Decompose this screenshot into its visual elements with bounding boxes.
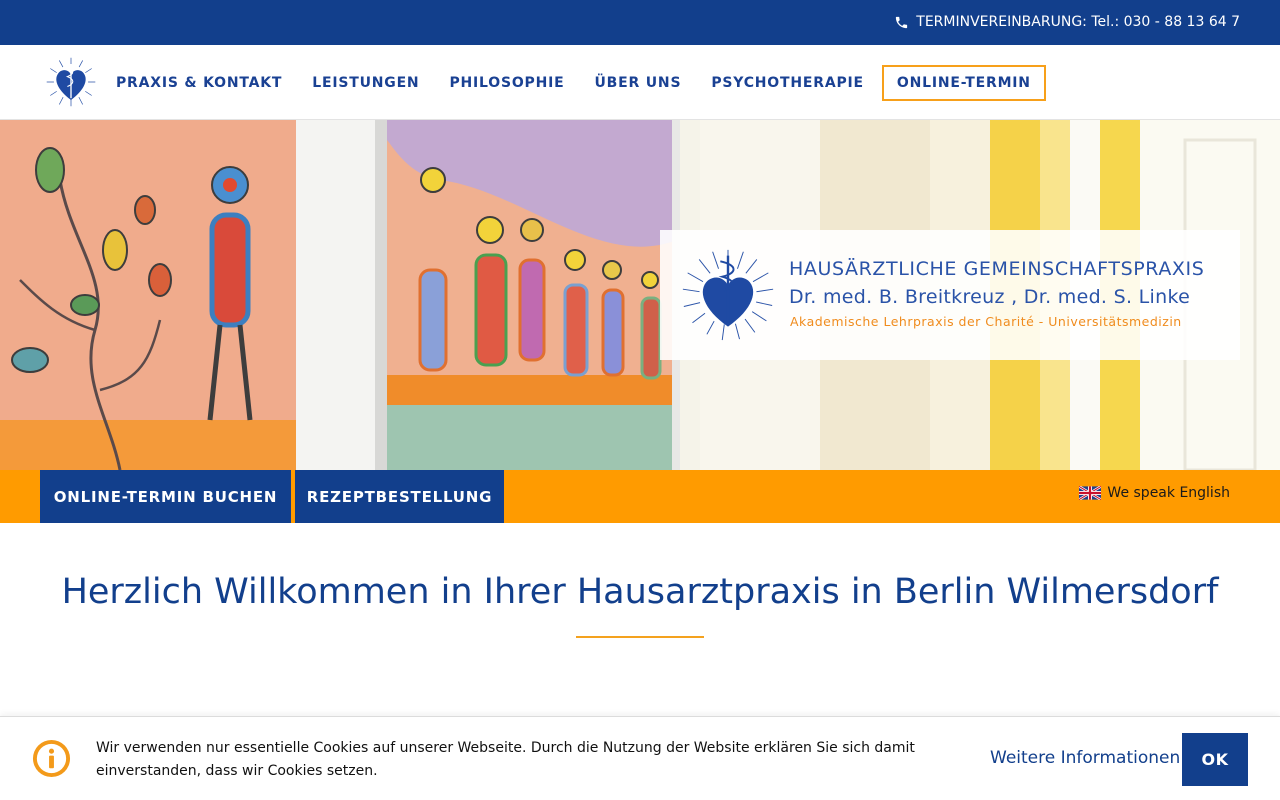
- cta-bar: ONLINE-TERMIN BUCHEN REZEPTBESTELLUNG We…: [0, 470, 1280, 523]
- top-bar: TERMINVEREINBARUNG: Tel.: 030 - 88 13 64…: [0, 0, 1280, 45]
- heart-caduceus-logo: [682, 249, 774, 341]
- english-label: We speak English: [1107, 485, 1230, 501]
- page-title: Herzlich Willkommen in Ihrer Hausarztpra…: [61, 572, 1219, 612]
- phone-contact[interactable]: TERMINVEREINBARUNG: Tel.: 030 - 88 13 64…: [894, 14, 1240, 30]
- cookie-banner: Wir verwenden nur essentielle Cookies au…: [0, 716, 1280, 800]
- uk-flag-icon: [1079, 486, 1102, 500]
- book-appointment-button[interactable]: ONLINE-TERMIN BUCHEN: [40, 470, 291, 523]
- nav-item-psychotherapie[interactable]: PSYCHOTHERAPIE: [697, 66, 878, 100]
- nav-menu: PRAXIS & KONTAKT LEISTUNGEN PHILOSOPHIE …: [102, 45, 1048, 120]
- english-link[interactable]: We speak English: [1079, 485, 1230, 501]
- practice-tagline: Akademische Lehrpraxis der Charité - Uni…: [790, 314, 1182, 329]
- practice-doctors: Dr. med. B. Breitkreuz , Dr. med. S. Lin…: [789, 286, 1191, 308]
- phone-icon: [896, 16, 908, 28]
- nav-item-philosophie[interactable]: PHILOSOPHIE: [435, 66, 578, 100]
- prescription-order-button[interactable]: REZEPTBESTELLUNG: [295, 470, 504, 523]
- main-navigation: PRAXIS & KONTAKT LEISTUNGEN PHILOSOPHIE …: [0, 45, 1280, 120]
- more-info-link[interactable]: Weitere Informationen: [990, 748, 1180, 768]
- nav-item-leistungen[interactable]: LEISTUNGEN: [298, 66, 433, 100]
- heart-caduceus-logo[interactable]: [44, 55, 98, 109]
- phone-text: TERMINVEREINBARUNG: Tel.: 030 - 88 13 64…: [916, 14, 1240, 30]
- practice-brand-box: HAUSÄRZTLICHE GEMEINSCHAFTSPRAXIS Dr. me…: [660, 230, 1240, 360]
- cookie-ok-button[interactable]: OK: [1182, 733, 1248, 786]
- title-divider: [576, 636, 704, 638]
- practice-name: HAUSÄRZTLICHE GEMEINSCHAFTSPRAXIS: [789, 258, 1205, 280]
- info-icon: [32, 739, 71, 778]
- cookie-text: Wir verwenden nur essentielle Cookies au…: [96, 740, 915, 779]
- hero-banner: HAUSÄRZTLICHE GEMEINSCHAFTSPRAXIS Dr. me…: [0, 120, 1280, 470]
- nav-item-praxis-kontakt[interactable]: PRAXIS & KONTAKT: [102, 66, 296, 100]
- nav-item-ueber-uns[interactable]: ÜBER UNS: [581, 66, 696, 100]
- nav-item-online-termin[interactable]: ONLINE-TERMIN: [881, 64, 1046, 101]
